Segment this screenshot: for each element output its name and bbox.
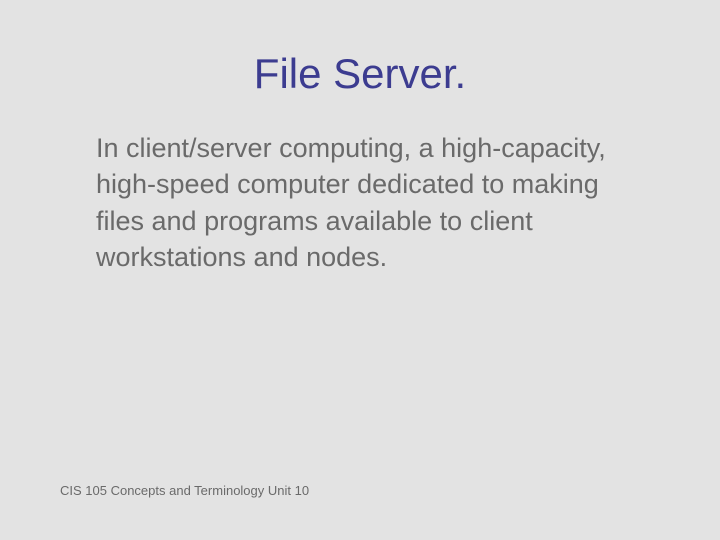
slide-footer: CIS 105 Concepts and Terminology Unit 10	[60, 483, 309, 498]
slide-body: In client/server computing, a high-capac…	[60, 130, 660, 276]
slide-container: File Server. In client/server computing,…	[0, 0, 720, 540]
slide-title: File Server.	[60, 50, 660, 98]
